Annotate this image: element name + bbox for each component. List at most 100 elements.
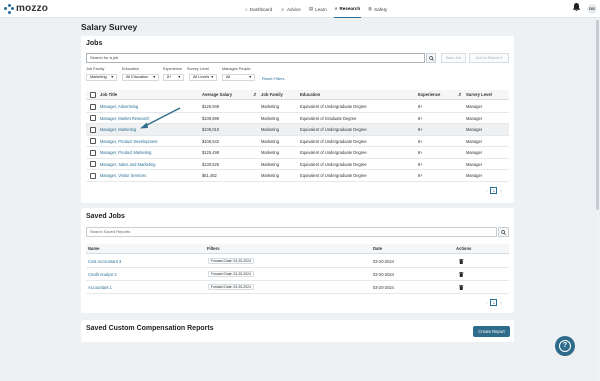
logo-mark-icon <box>4 3 14 14</box>
col-actions: Actions <box>456 246 472 251</box>
job-title-link[interactable]: Manager, Sales and Marketing <box>100 159 156 170</box>
row-checkbox[interactable] <box>90 103 96 110</box>
col-job-family[interactable]: Job Family <box>261 90 283 100</box>
col-average-salary[interactable]: Average Salary <box>202 90 232 100</box>
experience-cell: 8+ <box>418 104 423 109</box>
survey-level-select[interactable]: All Levels ▼ <box>189 74 217 81</box>
table-row[interactable]: Manager, Advertising $126,949 Marketing Equ… <box>86 101 509 113</box>
nav-safety[interactable]: ◍ Safety <box>367 0 388 18</box>
filter-tag: Forward Date: 03-20-2024 <box>208 271 254 277</box>
scrollbar-thumb[interactable] <box>596 20 599 210</box>
reset-filters-link[interactable]: Reset Filters <box>262 76 284 81</box>
notification-bell-icon[interactable] <box>573 3 580 13</box>
table-row[interactable]: Manager, Product Development $108,542 Mark… <box>86 136 509 147</box>
table-row[interactable]: Manager, Sales and Marketing $130,626 Mark… <box>86 159 509 170</box>
select-all-checkbox[interactable] <box>90 92 96 98</box>
filter-tag: Forward Date: 03-20-2024 <box>208 258 254 264</box>
table-row[interactable]: Manager, Market Research $108,898 Marketin… <box>86 113 509 124</box>
job-family-cell: Marketing <box>261 173 279 178</box>
next-page-icon[interactable]: › <box>500 188 501 193</box>
search-icon <box>501 229 506 235</box>
job-search-button[interactable] <box>426 53 436 63</box>
next-page-icon[interactable]: › <box>500 300 501 305</box>
sort-icon[interactable]: ⇵ <box>458 90 462 100</box>
job-family-value: Marketing <box>90 75 107 79</box>
average-salary-cell: $126,949 <box>202 104 220 109</box>
table-row[interactable]: Manager, Visitor Services $61,482 Marketin… <box>86 170 509 182</box>
save-job-button[interactable]: Save Job <box>441 53 466 63</box>
nav-advice-label: Advice <box>286 6 301 12</box>
nav-safety-label: Safety <box>374 6 388 12</box>
safety-icon: ◍ <box>368 6 373 11</box>
saved-jobs-pagination: ‹ 1 › <box>486 299 502 306</box>
saved-job-name-link[interactable]: Credit Analyst 2 <box>88 268 117 279</box>
chevron-down-icon: ▼ <box>177 75 181 79</box>
col-survey-level[interactable]: Survey Level <box>466 90 492 100</box>
table-row[interactable]: Manager, Product Marketing $125,498 Market… <box>86 147 509 159</box>
education-cell: Equivalent of Graduate Degree <box>300 115 357 121</box>
job-title-link[interactable]: Manager, Market Research <box>100 113 149 124</box>
job-title-link[interactable]: Manager, Product Marketing <box>100 147 151 158</box>
col-education[interactable]: Education <box>300 90 320 100</box>
saved-reports-search-input[interactable]: Search Saved Reports <box>86 227 497 237</box>
manages-people-select[interactable]: All ▼ <box>222 74 255 81</box>
table-row: Cost Accountant 3 Forward Date: 03-20-202… <box>86 255 509 268</box>
help-button[interactable]: ? <box>555 336 575 356</box>
education-select[interactable]: All Education ▼ <box>122 74 159 81</box>
prev-page-icon[interactable]: ‹ <box>486 300 487 305</box>
col-job-title[interactable]: Job Title <box>100 90 117 100</box>
experience-select[interactable]: 8+ ▼ <box>163 74 184 81</box>
job-title-link[interactable]: Manager, Product Development <box>100 136 158 147</box>
experience-cell: 8+ <box>418 161 423 167</box>
col-experience[interactable]: Experience <box>418 90 440 100</box>
filter-label-education: Education <box>122 67 139 71</box>
nav-dashboard[interactable]: ⌂ Dashboard <box>244 0 273 18</box>
logo[interactable]: mozzo <box>4 3 48 14</box>
table-row: Accountant 1 Forward Date: 03-20-2024 03-2… <box>86 281 509 294</box>
row-checkbox[interactable] <box>90 115 96 121</box>
survey-level-cell: Manager <box>466 138 483 144</box>
job-title-link[interactable]: Manager, Visitor Services <box>100 170 146 181</box>
trash-icon[interactable] <box>459 281 464 296</box>
row-checkbox[interactable] <box>90 149 96 156</box>
prev-page-icon[interactable]: ‹ <box>486 188 487 193</box>
row-checkbox[interactable] <box>90 172 96 179</box>
job-title-link[interactable]: Manager, Advertising <box>100 101 138 112</box>
page-1-button[interactable]: 1 <box>490 187 498 194</box>
col-date: Date <box>373 246 383 251</box>
experience-cell: 8+ <box>418 173 423 178</box>
row-checkbox[interactable] <box>90 126 96 133</box>
chevron-down-icon: ▼ <box>110 75 114 79</box>
add-to-report-button[interactable]: Add to Report ▾ <box>469 53 509 63</box>
create-report-button[interactable]: Create Report <box>473 326 510 337</box>
nav-research[interactable]: ⌕ Research <box>333 0 362 18</box>
experience-cell: 8+ <box>418 127 423 132</box>
sort-icon[interactable]: ⇵ <box>253 90 257 100</box>
row-checkbox[interactable] <box>90 161 96 167</box>
job-search-input[interactable]: Search for a job <box>86 53 425 63</box>
filter-label-job-family: Job Family <box>86 67 105 71</box>
saved-job-name-link[interactable]: Cost Accountant 3 <box>88 255 121 266</box>
nav-advice[interactable]: ☺ Advice <box>279 0 302 18</box>
survey-level-cell: Manager <box>466 104 483 109</box>
saved-reports-search-button[interactable] <box>498 227 509 237</box>
job-family-select[interactable]: Marketing ▼ <box>86 74 117 81</box>
job-title-link[interactable]: Manager, Marketing <box>100 124 136 135</box>
page-scrollbar[interactable] <box>596 18 599 381</box>
education-cell: Equivalent of Undergraduate Degree <box>300 127 367 132</box>
user-avatar[interactable]: DS <box>587 4 597 14</box>
survey-level-cell: Manager <box>466 127 483 132</box>
advice-icon: ☺ <box>280 6 285 12</box>
row-checkbox[interactable] <box>90 138 96 144</box>
saved-jobs-title: Saved Jobs <box>86 213 125 220</box>
add-to-report-label: Add to Report <box>475 56 500 60</box>
saved-job-name-link[interactable]: Accountant 1 <box>88 281 112 292</box>
filter-label-manages-people: Manages People <box>222 67 251 71</box>
education-cell: Equivalent of Undergraduate Degree <box>300 138 367 144</box>
nav-learn[interactable]: ▤ Learn <box>308 0 328 18</box>
table-row[interactable]: Manager, Marketing $108,010 Marketing Equiv… <box>86 124 509 136</box>
page-1-button[interactable]: 1 <box>490 299 498 306</box>
job-family-cell: Marketing <box>261 150 279 155</box>
logo-text: mozzo <box>16 3 49 14</box>
question-icon: ? <box>559 340 571 352</box>
